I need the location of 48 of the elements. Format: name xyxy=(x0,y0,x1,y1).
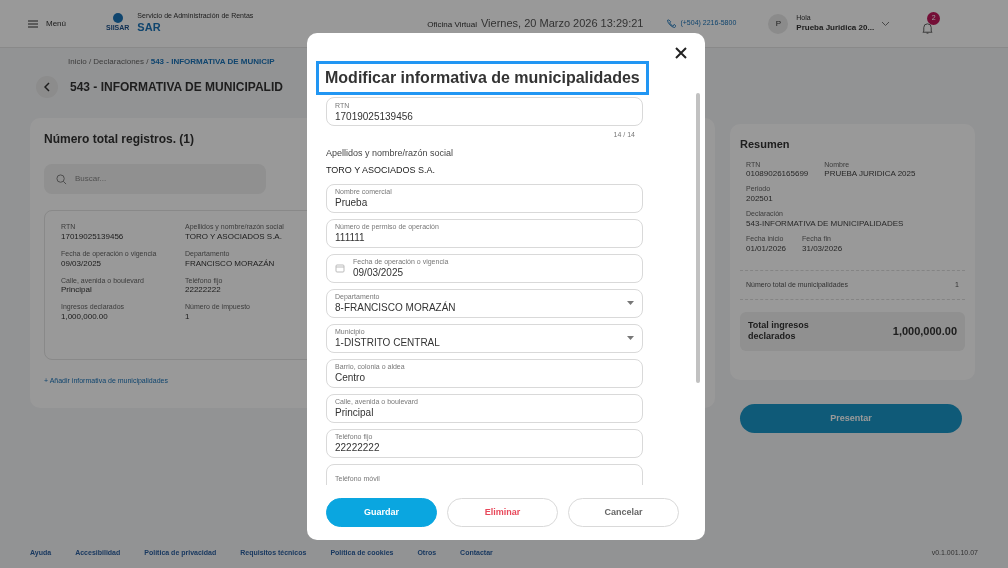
record-value: 1 xyxy=(185,312,191,322)
record-value: Principal xyxy=(61,285,93,296)
notifications-button[interactable] xyxy=(921,21,936,36)
page-title: 543 - INFORMATIVA DE MUNICIPALID xyxy=(70,79,283,96)
datetime: Viernes, 20 Marzo 2026 13:29:21 xyxy=(480,16,644,32)
record-value: FRANCISCO MORAZÁN xyxy=(185,258,276,269)
present-button[interactable]: Presentar xyxy=(740,404,962,433)
dropdown-caret-icon xyxy=(627,336,634,340)
back-button[interactable] xyxy=(36,76,58,98)
summary-value: 31/03/2026 xyxy=(802,243,843,254)
field-value: TORO Y ASOCIADOS S.A. xyxy=(326,164,437,177)
globe-icon xyxy=(112,13,123,24)
summary-value: 01/01/2026 xyxy=(746,243,787,254)
summary-value: PRUEBA JURIDICA 2025 xyxy=(824,169,916,180)
close-icon xyxy=(675,47,687,59)
record-value: TORO Y ASOCIADOS S.A. xyxy=(185,231,283,242)
breadcrumb: Inicio / Declaraciones / xyxy=(68,57,150,66)
search-icon xyxy=(56,173,67,185)
dialog-button[interactable]: Cancelar xyxy=(568,498,679,527)
record-value: 1,000,000.00 xyxy=(61,312,109,322)
office-label: Oficina Virtual xyxy=(427,19,477,32)
summary-value: 543-INFORMATIVA DE MUNICIPALIDADES xyxy=(746,218,904,229)
phone-icon xyxy=(667,19,677,28)
avatar: P xyxy=(768,13,789,34)
dropdown-caret-icon xyxy=(627,301,634,305)
brand-name: SAR xyxy=(137,21,162,35)
chevron-down-icon xyxy=(882,21,890,26)
menu-button[interactable]: Menú xyxy=(28,17,66,30)
field-label: Apellidos y nombre/razón social xyxy=(326,146,455,160)
total-value: 1,000,000.00 xyxy=(892,324,957,339)
bell-icon xyxy=(921,22,935,35)
dialog-button[interactable]: Guardar xyxy=(326,498,437,527)
records-title: Número total registros. (1) xyxy=(44,131,195,148)
close-button[interactable] xyxy=(673,45,689,61)
summary-title: Resumen xyxy=(740,137,791,152)
summary-value: 202501 xyxy=(746,194,773,204)
menu-icon xyxy=(28,19,38,28)
record-value: 17019025139456 xyxy=(61,231,125,242)
user-name: Prueba Juridica 20... xyxy=(796,22,875,33)
dialog-title: Modificar informativa de municipalidades xyxy=(316,61,649,95)
record-value: 09/03/2025 xyxy=(61,258,103,269)
breadcrumb-current[interactable]: 543 - INFORMATIVA DE MUNICIP xyxy=(150,57,275,66)
record-value: 22222222 xyxy=(185,285,222,296)
total-label: Total ingresos declarados xyxy=(748,320,810,343)
chevron-left-icon xyxy=(44,82,50,92)
calendar-icon xyxy=(335,263,345,273)
summary-value: 01089026165699 xyxy=(746,169,809,180)
dialog-button[interactable]: Eliminar xyxy=(447,498,558,527)
